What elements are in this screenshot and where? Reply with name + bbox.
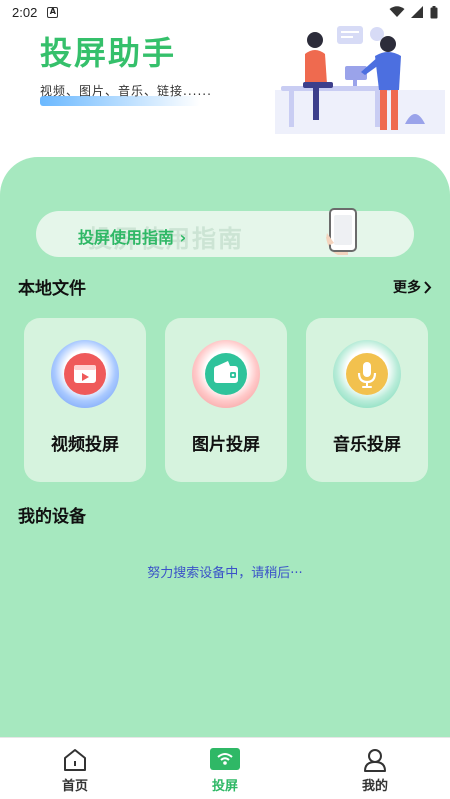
image-cast-card[interactable]: 图片投屏 (165, 318, 287, 482)
nav-home[interactable]: 首页 (0, 738, 150, 799)
guide-banner[interactable]: 投屏使用指南 投屏使用指南 › (36, 208, 414, 257)
device-search-status: 努力搜索设备中，请稍后··· (147, 566, 303, 581)
user-icon (364, 749, 386, 772)
nav-profile[interactable]: 我的 (300, 738, 450, 799)
guide-label-text: 投屏使用指南 (78, 228, 175, 247)
microphone-icon (346, 353, 388, 395)
local-files-title: 本地文件 (18, 279, 86, 299)
nav-home-label: 首页 (61, 779, 88, 794)
chevron-right-icon (424, 280, 432, 294)
image-cast-label: 图片投屏 (192, 435, 260, 455)
cast-icon (210, 748, 240, 770)
video-cast-label: 视频投屏 (51, 435, 119, 455)
battery-icon (430, 5, 438, 18)
more-button[interactable]: 更多 (393, 277, 432, 297)
music-icon-circle (333, 340, 401, 408)
chevron-right-icon: › (179, 228, 187, 247)
signal-icon (411, 6, 423, 18)
image-icon (205, 353, 247, 395)
video-icon-circle (51, 340, 119, 408)
status-time: 2:02 (12, 4, 38, 20)
image-icon-circle (192, 340, 260, 408)
a-icon: A (47, 6, 59, 18)
video-icon (64, 353, 106, 395)
video-cast-card[interactable]: 视频投屏 (24, 318, 146, 482)
cast-panel: 投屏使用指南 投屏使用指南 › 本地文件 更多 视频投屏 图片投屏 音乐投屏 我… (0, 157, 450, 737)
nav-cast[interactable]: 投屏 (150, 738, 300, 799)
app-title: 投屏助手 (40, 34, 177, 72)
header: 投屏助手 视频、图片、音乐、链接...... (0, 24, 450, 164)
music-cast-label: 音乐投屏 (333, 435, 401, 455)
guide-label: 投屏使用指南 › (78, 224, 186, 248)
wifi-icon (389, 6, 405, 17)
music-cast-card[interactable]: 音乐投屏 (306, 318, 428, 482)
home-icon (64, 749, 86, 771)
more-label: 更多 (393, 280, 421, 296)
nav-cast-label: 投屏 (211, 779, 238, 794)
status-icons (389, 5, 438, 19)
my-devices-title: 我的设备 (18, 507, 86, 527)
bottom-nav: 首页 投屏 我的 (0, 737, 450, 799)
status-bar: 2:02 A (0, 0, 450, 24)
casting-illustration (275, 26, 445, 134)
local-files-grid: 视频投屏 图片投屏 音乐投屏 (24, 318, 428, 482)
phone-in-hand-icon (326, 208, 357, 255)
nav-profile-label: 我的 (361, 779, 388, 794)
app-subtitle: 视频、图片、音乐、链接...... (40, 84, 212, 98)
